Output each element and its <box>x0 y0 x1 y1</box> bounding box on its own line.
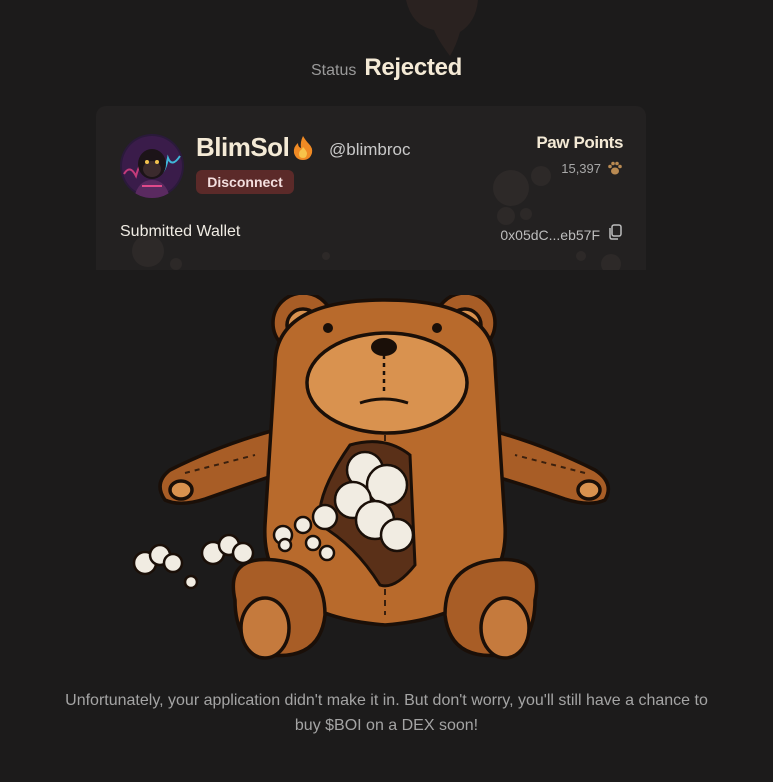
fire-icon <box>293 136 313 160</box>
bubbles-decoration <box>132 166 621 270</box>
wallet-address-row: 0x05dC...eb57F <box>500 224 622 245</box>
rejected-status-page: Status Rejected BlimSol @blimbroc Discon… <box>0 0 773 782</box>
rejection-message: Unfortunately, your application didn't m… <box>65 692 708 734</box>
paw-icon <box>608 161 622 175</box>
torn-teddy-bear-illustration <box>132 295 611 660</box>
gorilla-avatar-icon <box>120 134 184 198</box>
avatar <box>120 134 184 198</box>
disconnect-button[interactable]: Disconnect <box>196 170 294 194</box>
status-row: Status Rejected <box>0 54 773 82</box>
username: BlimSol <box>196 132 290 162</box>
status-value: Rejected <box>364 54 462 81</box>
paw-points-value-row: 15,397 <box>561 160 623 176</box>
paw-points-value: 15,397 <box>561 160 601 176</box>
user-handle: @blimbroc <box>329 140 411 159</box>
copy-icon[interactable] <box>608 224 622 245</box>
paw-shadow-decoration <box>406 0 478 56</box>
profile-card: BlimSol @blimbroc Disconnect Paw Points … <box>96 106 646 270</box>
status-label: Status <box>310 62 357 79</box>
wallet-address: 0x05dC...eb57F <box>500 226 600 243</box>
paw-points-title: Paw Points <box>536 133 623 152</box>
submitted-wallet-label: Submitted Wallet <box>120 223 241 240</box>
